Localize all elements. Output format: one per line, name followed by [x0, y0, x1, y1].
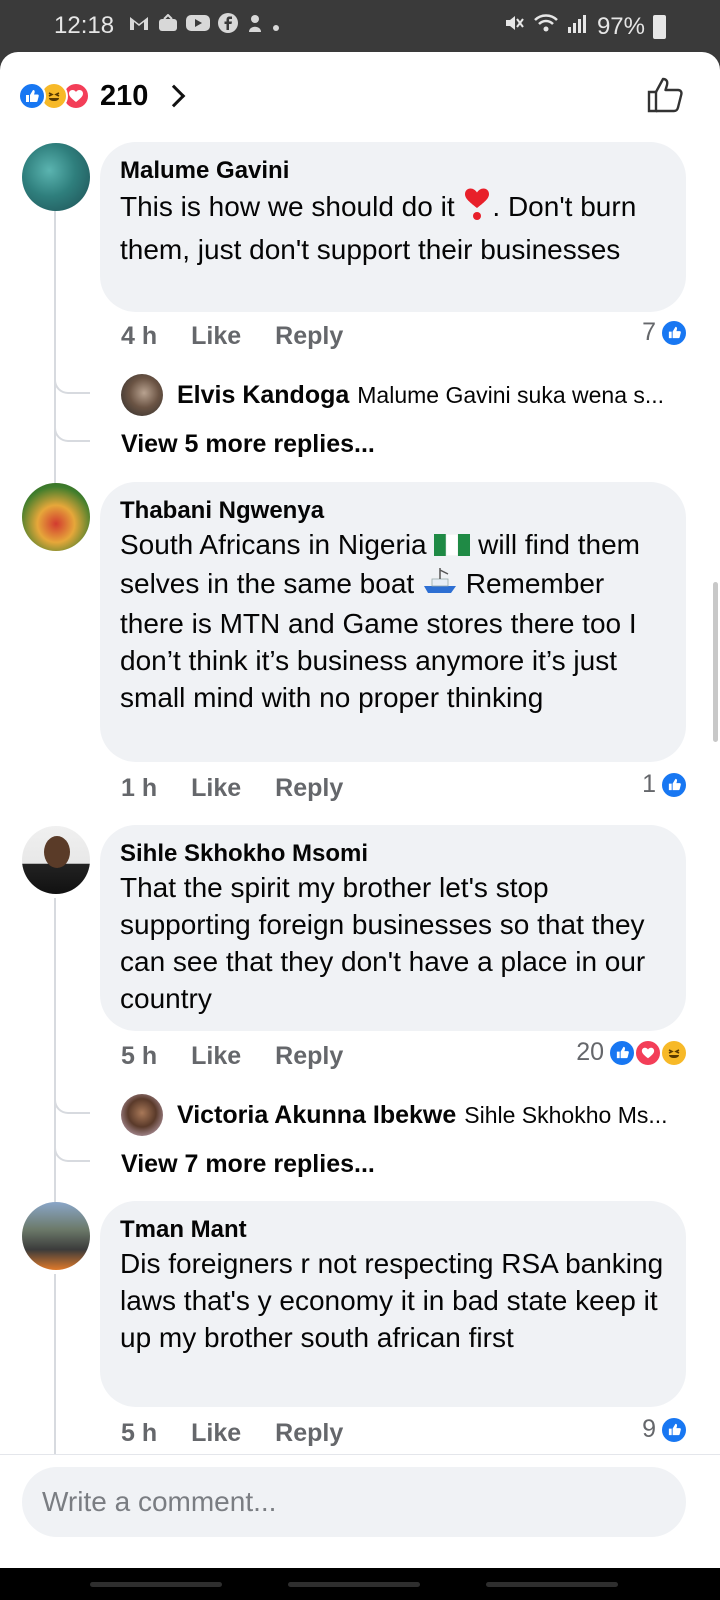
youtube-icon	[186, 14, 210, 38]
scrollbar[interactable]	[713, 582, 718, 742]
comment-input[interactable]	[22, 1467, 686, 1537]
comment-reaction-count: 7	[642, 318, 656, 346]
love-reaction-icon	[634, 1038, 662, 1067]
reactions-summary[interactable]: 210	[18, 74, 186, 118]
comment-text: South Africans in Nigeria will find them…	[120, 526, 666, 716]
avatar-face	[44, 836, 70, 868]
reply-snippet: Malume Gavini suka wena s...	[357, 381, 665, 408]
comments-sheet: 210 Malume Gavini This is how we should …	[0, 52, 720, 1568]
like-reaction-icon	[660, 318, 688, 347]
system-icons: 97%	[503, 12, 666, 41]
system-nav-bar	[0, 1568, 720, 1600]
reaction-count: 210	[100, 79, 149, 112]
comment-bubble[interactable]: Tman Mant Dis foreigners r not respectin…	[100, 1201, 686, 1407]
avatar[interactable]	[22, 143, 90, 211]
reply-avatar[interactable]	[121, 1094, 163, 1136]
reply-preview[interactable]: Victoria Akunna Ibekwe Sihle Skhokho Ms.…	[121, 1094, 691, 1136]
thread-line	[54, 898, 56, 1238]
avatar[interactable]	[22, 1202, 90, 1270]
comment-actions: 5 h Like Reply	[121, 1042, 343, 1071]
comment-author[interactable]: Malume Gavini	[120, 156, 666, 186]
reply-button[interactable]: Reply	[275, 774, 343, 803]
comment-actions: 4 h Like Reply	[121, 322, 343, 351]
comment-text: Dis foreigners r not respecting RSA bank…	[120, 1248, 664, 1353]
boat-emoji	[422, 566, 458, 605]
comment-text-part: This is how we should do it	[120, 190, 463, 222]
comment-actions: 1 h Like Reply	[121, 774, 343, 803]
comment-author[interactable]: Tman Mant	[120, 1215, 666, 1245]
like-reaction-icon	[660, 770, 688, 799]
comment-composer	[0, 1454, 720, 1568]
thumbs-up-icon[interactable]	[646, 76, 684, 119]
thread-hook	[54, 1144, 90, 1162]
reply-author[interactable]: Victoria Akunna Ibekwe	[177, 1101, 456, 1130]
like-button[interactable]: Like	[191, 1042, 241, 1071]
nigeria-flag-emoji	[434, 528, 471, 565]
like-reaction-icon	[660, 1415, 688, 1444]
comment-reactions[interactable]: 20	[576, 1038, 688, 1067]
thread-hook	[54, 1096, 90, 1114]
thread-line	[54, 210, 56, 516]
comment-reactions[interactable]: 9	[642, 1415, 688, 1444]
like-reaction-icon	[18, 82, 46, 110]
battery-icon	[653, 14, 666, 39]
comment-reactions[interactable]: 7	[642, 318, 688, 347]
thread-line	[54, 1274, 56, 1454]
comment-author[interactable]: Thabani Ngwenya	[120, 496, 666, 526]
comment-text: That the spirit my brother let's stop su…	[120, 872, 646, 1014]
comment-text: This is how we should do it . Don't burn…	[120, 186, 666, 268]
app-icon	[158, 13, 178, 38]
nav-recents-button[interactable]	[90, 1582, 222, 1587]
app-icon	[246, 13, 264, 39]
like-button[interactable]: Like	[191, 322, 241, 351]
battery-percent: 97%	[596, 12, 645, 40]
gmail-icon	[128, 14, 150, 38]
wifi-icon	[533, 12, 559, 41]
mute-icon	[503, 12, 525, 41]
comment-text-part: South Africans in Nigeria	[120, 529, 435, 560]
like-button[interactable]: Like	[191, 774, 241, 803]
dot-icon	[272, 15, 280, 38]
reply-author[interactable]: Elvis Kandoga	[177, 381, 349, 410]
reply-button[interactable]: Reply	[275, 1419, 343, 1448]
comment-actions: 5 h Like Reply	[121, 1419, 343, 1448]
comment-reaction-count: 1	[642, 770, 656, 798]
comment-reaction-count: 20	[576, 1038, 604, 1066]
thread-hook	[54, 376, 90, 394]
like-reaction-icon	[608, 1038, 636, 1067]
comment-author[interactable]: Sihle Skhokho Msomi	[120, 839, 666, 869]
avatar[interactable]	[22, 483, 90, 551]
comment-time[interactable]: 1 h	[121, 774, 157, 803]
signal-icon	[567, 12, 589, 41]
thread-hook	[54, 424, 90, 442]
comment-reactions[interactable]: 1	[642, 770, 688, 799]
comment-time[interactable]: 4 h	[121, 322, 157, 351]
nav-home-button[interactable]	[288, 1582, 420, 1587]
facebook-icon	[218, 13, 238, 39]
avatar[interactable]	[22, 826, 90, 894]
reply-button[interactable]: Reply	[275, 1042, 343, 1071]
status-time: 12:18	[54, 12, 115, 39]
view-more-replies-button[interactable]: View 5 more replies...	[121, 430, 375, 459]
reply-button[interactable]: Reply	[275, 322, 343, 351]
comment-bubble[interactable]: Thabani Ngwenya South Africans in Nigeri…	[100, 482, 686, 762]
comment-reaction-count: 9	[642, 1415, 656, 1443]
haha-reaction-icon	[660, 1038, 688, 1067]
like-button[interactable]: Like	[191, 1419, 241, 1448]
comment-bubble[interactable]: Sihle Skhokho Msomi That the spirit my b…	[100, 825, 686, 1031]
reply-avatar[interactable]	[121, 374, 163, 416]
heart-exclamation-emoji	[462, 186, 492, 231]
comment-bubble[interactable]: Malume Gavini This is how we should do i…	[100, 142, 686, 312]
chevron-right-icon[interactable]	[163, 84, 186, 108]
status-bar: 12:18 97%	[0, 0, 720, 52]
reply-preview[interactable]: Elvis Kandoga Malume Gavini suka wena s.…	[121, 374, 691, 416]
notification-icons	[128, 13, 280, 39]
view-more-replies-button[interactable]: View 7 more replies...	[121, 1150, 375, 1179]
comment-time[interactable]: 5 h	[121, 1042, 157, 1071]
nav-back-button[interactable]	[486, 1582, 618, 1587]
reply-snippet: Sihle Skhokho Ms...	[464, 1101, 668, 1128]
comments-header: 210	[0, 52, 720, 138]
comment-time[interactable]: 5 h	[121, 1419, 157, 1448]
